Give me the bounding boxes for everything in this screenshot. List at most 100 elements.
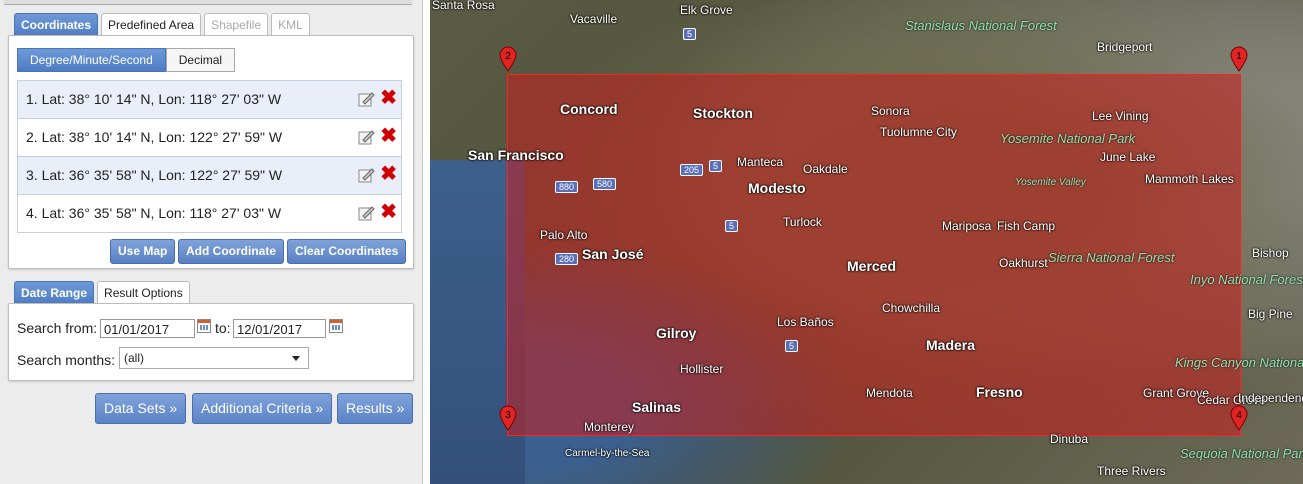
map-label-city: Santa Rosa (432, 0, 495, 12)
map-view[interactable]: Santa Rosa Vacaville Elk Grove Bridgepor… (430, 0, 1303, 484)
highway-shield: 205 (680, 164, 704, 176)
coordinate-row: 2. Lat: 38° 10' 14" N, Lon: 122° 27' 59"… (17, 119, 402, 157)
map-marker-icon[interactable]: 3 (499, 405, 517, 431)
map-label-park: Stanislaus National Forest (905, 18, 1057, 33)
delete-icon[interactable]: ✖ (380, 162, 397, 186)
map-label-city: Mariposa (942, 219, 992, 233)
map-label-city: Mammoth Lakes (1145, 172, 1234, 186)
map-label-city: Gilroy (656, 325, 697, 341)
map-label-city: Palo Alto (540, 228, 588, 242)
map-label-city: Fresno (976, 384, 1023, 400)
tab-predefined-area[interactable]: Predefined Area (101, 13, 202, 36)
map-label-city: Merced (847, 258, 897, 274)
map-label-city: Three Rivers (1097, 464, 1166, 478)
delete-icon[interactable]: ✖ (380, 86, 397, 110)
map-label-city: San José (582, 246, 644, 262)
map-label-city: Mendota (866, 386, 913, 400)
delete-icon[interactable]: ✖ (380, 200, 397, 224)
map-marker-icon[interactable]: 2 (499, 46, 517, 72)
map-label-city: Monterey (584, 420, 635, 434)
coordinate-format-toggle: Degree/Minute/Second Decimal (17, 48, 236, 72)
search-months-label: Search months: (17, 352, 116, 368)
coordinate-tabs: Coordinates Predefined Area Shapefile KM… (14, 13, 310, 36)
search-from-field[interactable]: 01/01/2017 (100, 319, 195, 338)
map-label-city: Sonora (871, 104, 910, 118)
coordinates-panel: Degree/Minute/Second Decimal 1. Lat: 38°… (8, 35, 414, 269)
sidebar-top-edge (4, 0, 412, 5)
data-sets-button[interactable]: Data Sets » (95, 393, 187, 424)
format-decimal-button[interactable]: Decimal (165, 48, 236, 72)
map-label-park: Yosemite Valley (1015, 177, 1086, 188)
tab-result-options[interactable]: Result Options (97, 281, 190, 304)
map-label-city: Manteca (737, 155, 784, 169)
map-label-city: Madera (926, 337, 976, 353)
search-months-value: (all) (124, 351, 144, 365)
map-label-park: Inyo National Forest (1190, 272, 1303, 287)
edit-icon[interactable] (358, 167, 375, 183)
highway-shield: 580 (593, 178, 617, 190)
map-label-city: Carmel-by-the-Sea (565, 448, 650, 459)
map-label-city: Salinas (632, 399, 682, 415)
map-marker-icon[interactable]: 4 (1230, 405, 1248, 431)
additional-criteria-button[interactable]: Additional Criteria » (192, 393, 333, 424)
map-label-city: Stockton (693, 105, 753, 121)
delete-icon[interactable]: ✖ (380, 124, 397, 148)
search-from-label: Search from: (17, 320, 98, 336)
map-label-city: Hollister (680, 362, 724, 376)
map-label-city: San Francisco (468, 147, 564, 163)
search-months-select[interactable]: (all) (119, 347, 309, 369)
edit-icon[interactable] (358, 91, 375, 107)
tab-kml: KML (271, 13, 310, 36)
coordinate-row: 4. Lat: 36° 35' 58" N, Lon: 118° 27' 03"… (17, 195, 402, 233)
map-label-park: Yosemite National Park (1000, 131, 1136, 146)
map-label-park: Kings Canyon National Park (1175, 355, 1303, 370)
edit-icon[interactable] (358, 129, 375, 145)
use-map-button[interactable]: Use Map (110, 239, 176, 264)
edit-icon[interactable] (358, 205, 375, 221)
chevron-down-icon (292, 356, 300, 361)
map-label-city: Fish Camp (997, 219, 1056, 233)
map-label-park: Sequoia National Park (1180, 446, 1303, 461)
highway-shield: 280 (555, 253, 579, 265)
marker-label: 1 (1236, 51, 1242, 62)
coordinate-list: 1. Lat: 38° 10' 14" N, Lon: 118° 27' 03"… (17, 80, 402, 233)
coordinate-text: 1. Lat: 38° 10' 14" N, Lon: 118° 27' 03"… (26, 91, 282, 107)
map-label-city: Turlock (783, 215, 822, 229)
marker-label: 3 (505, 410, 511, 421)
map-label-city: Independence (1238, 391, 1303, 405)
coordinate-text: 3. Lat: 36° 35' 58" N, Lon: 122° 27' 59"… (26, 167, 283, 183)
marker-label: 2 (505, 51, 511, 62)
map-label-city: Modesto (748, 180, 806, 196)
clear-coordinates-button[interactable]: Clear Coordinates (287, 239, 407, 264)
tab-shapefile: Shapefile (204, 13, 269, 36)
highway-shield: 880 (555, 181, 579, 193)
coordinate-text: 2. Lat: 38° 10' 14" N, Lon: 122° 27' 59"… (26, 129, 283, 145)
map-label-city: Lee Vining (1092, 109, 1149, 123)
calendar-icon[interactable] (197, 319, 211, 333)
map-label-city: Elk Grove (680, 3, 733, 17)
add-coordinate-button[interactable]: Add Coordinate (178, 239, 284, 264)
map-label-city: Vacaville (570, 12, 618, 26)
tab-coordinates[interactable]: Coordinates (14, 13, 99, 36)
coordinate-row: 3. Lat: 36° 35' 58" N, Lon: 122° 27' 59"… (17, 157, 402, 195)
tab-date-range[interactable]: Date Range (14, 281, 95, 304)
map-label-city: June Lake (1100, 150, 1156, 164)
results-button[interactable]: Results » (337, 393, 414, 424)
map-label-city: Bridgeport (1097, 40, 1153, 54)
map-label-park: Sierra National Forest (1048, 250, 1175, 265)
search-to-field[interactable]: 12/01/2017 (233, 319, 326, 338)
map-label-city: Concord (560, 101, 618, 117)
map-label-city: Tuolumne City (880, 125, 957, 139)
map-label-city: Big Pine (1248, 307, 1293, 321)
map-marker-icon[interactable]: 1 (1230, 46, 1248, 72)
coordinate-text: 4. Lat: 36° 35' 58" N, Lon: 118° 27' 03"… (26, 205, 282, 221)
coordinate-row: 1. Lat: 38° 10' 14" N, Lon: 118° 27' 03"… (17, 80, 402, 119)
format-dms-button[interactable]: Degree/Minute/Second (17, 48, 166, 72)
highway-shield: 5 (785, 340, 799, 352)
highway-shield: 5 (683, 28, 697, 40)
search-to-label: to: (215, 320, 231, 336)
map-label-city: Oakdale (803, 162, 848, 176)
map-label-city: Oakhurst (999, 256, 1048, 270)
highway-shield: 5 (725, 220, 739, 232)
calendar-icon[interactable] (329, 319, 343, 333)
